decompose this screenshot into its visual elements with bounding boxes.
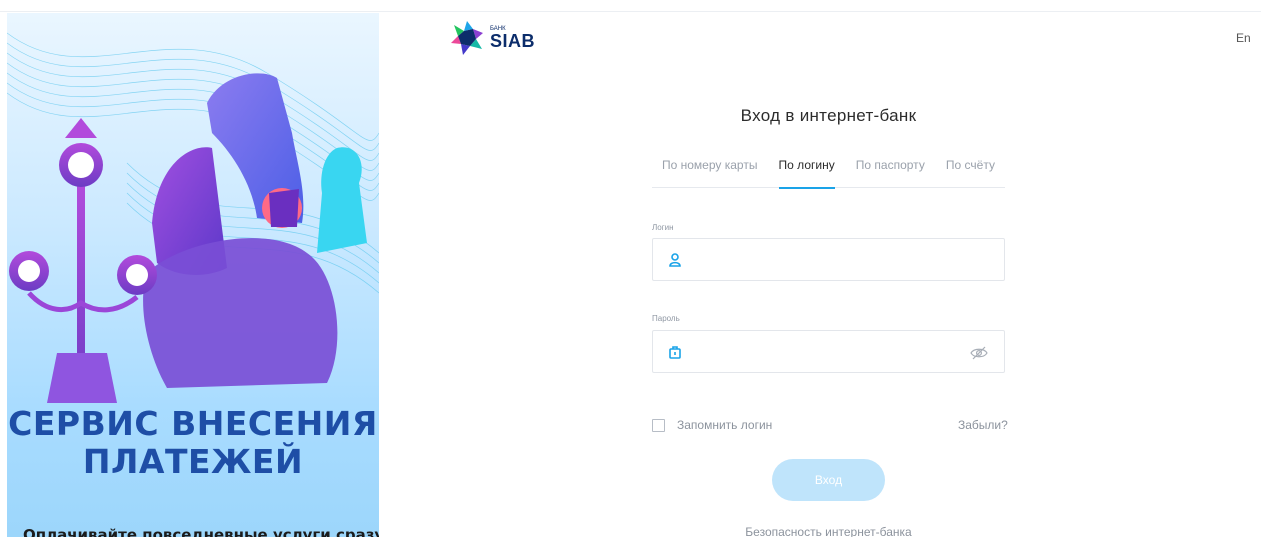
promo-banner[interactable]: СЕРВИС ВНЕСЕНИЯ ПЛАТЕЖЕЙ Оплачивайте пов… <box>7 13 379 537</box>
login-method-tabs: По номеру карты По логину По паспорту По… <box>652 152 1005 189</box>
remember-checkbox[interactable] <box>652 418 665 432</box>
tab-by-login[interactable]: По логину <box>778 152 835 189</box>
tab-by-passport[interactable]: По паспорту <box>856 152 925 188</box>
bank-logo[interactable]: БАНК SIAB <box>448 18 535 58</box>
user-icon <box>668 252 682 267</box>
password-field[interactable] <box>652 330 1005 373</box>
promo-title-line-1: СЕРВИС ВНЕСЕНИЯ <box>8 404 378 443</box>
remember-login[interactable]: Запомнить логин <box>652 418 772 432</box>
security-link[interactable]: Безопасность интернет-банка <box>652 525 1005 537</box>
top-divider <box>0 0 1261 12</box>
language-switch[interactable]: En <box>1236 31 1251 45</box>
tab-by-card[interactable]: По номеру карты <box>662 152 757 188</box>
promo-subtitle: Оплачивайте повседневные услуги сразу и … <box>23 526 379 537</box>
login-field[interactable] <box>652 238 1005 281</box>
forgot-link[interactable]: Забыли? <box>958 418 1008 432</box>
login-label: Логин <box>652 223 674 232</box>
page-title: Вход в интернет-банк <box>740 106 917 125</box>
login-input[interactable] <box>692 239 1004 280</box>
promo-title: СЕРВИС ВНЕСЕНИЯ ПЛАТЕЖЕЙ <box>7 405 379 481</box>
remember-label: Запомнить логин <box>677 418 773 432</box>
password-input[interactable] <box>692 331 970 372</box>
login-button[interactable]: Вход <box>772 459 885 501</box>
lock-icon <box>668 345 682 359</box>
eye-slash-icon[interactable] <box>970 345 988 359</box>
promo-title-line-2: ПЛАТЕЖЕЙ <box>82 442 304 481</box>
tab-by-account[interactable]: По счёту <box>946 152 995 188</box>
password-label: Пароль <box>652 314 680 323</box>
siab-logo-icon <box>451 21 483 55</box>
logo-name: SIAB <box>490 31 536 51</box>
